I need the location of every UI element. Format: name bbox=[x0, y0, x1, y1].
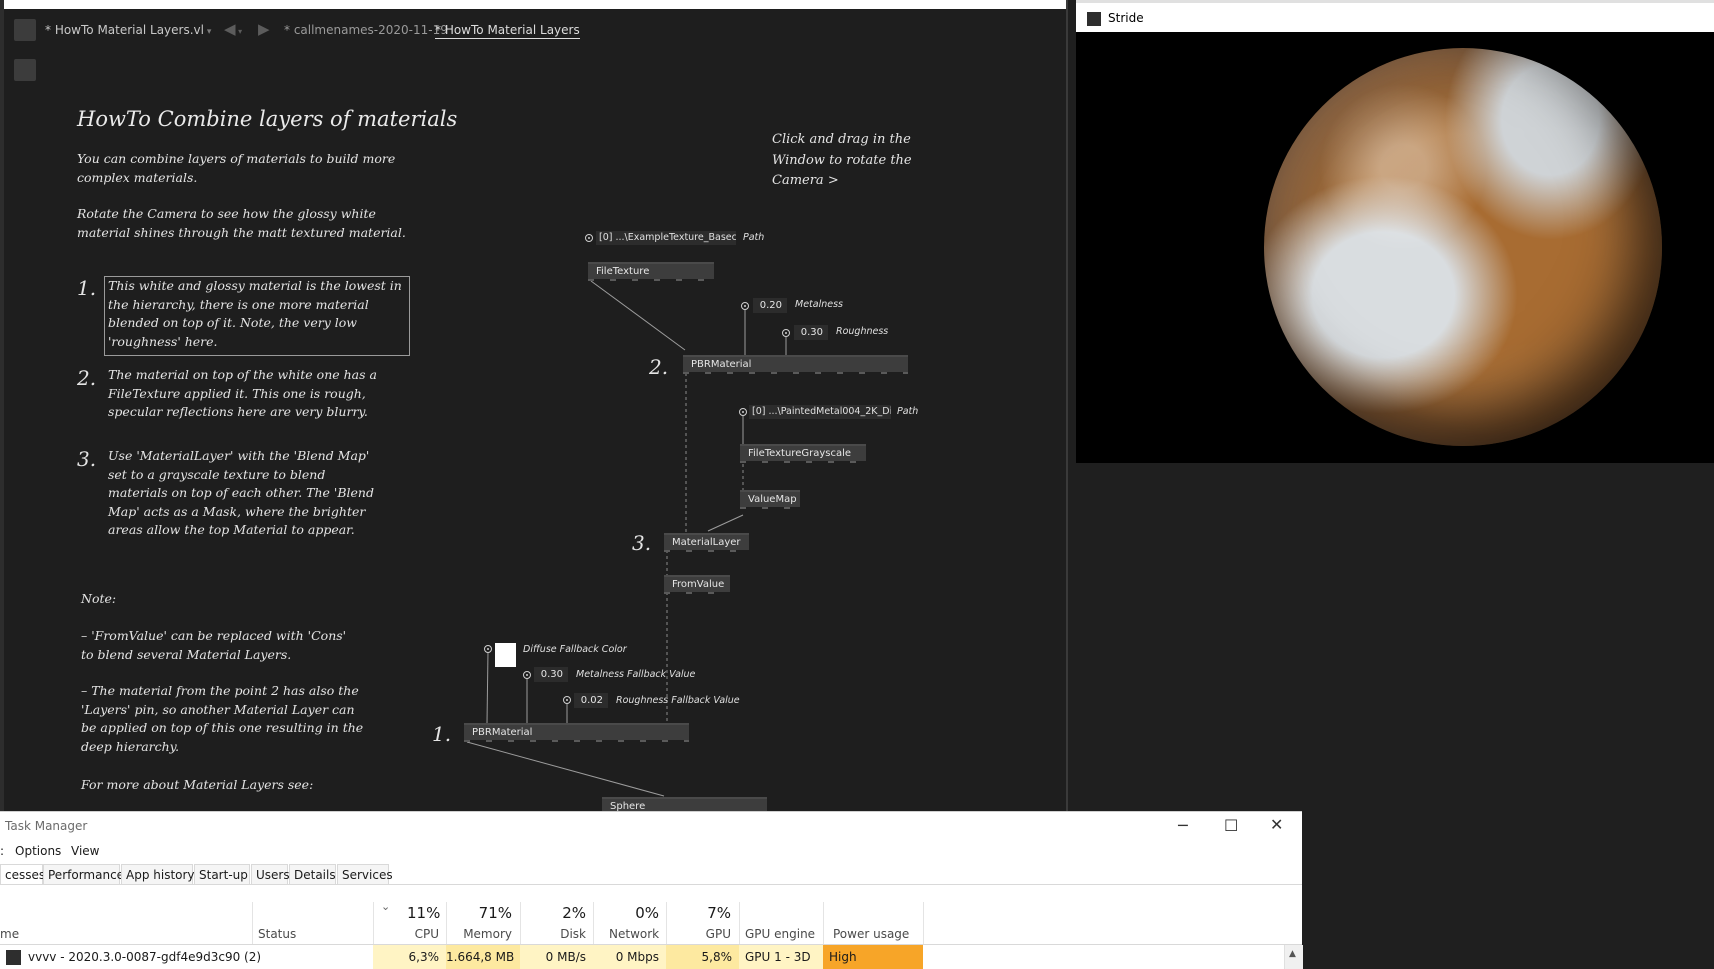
rough-fb-label: Roughness Fallback Value bbox=[616, 695, 740, 706]
fromvalue-node[interactable]: FromValue bbox=[664, 575, 730, 594]
desktop-background bbox=[1302, 463, 1714, 968]
col-power-usage[interactable]: Power usage bbox=[833, 927, 909, 941]
metal-fb-iobox[interactable]: 0.30 bbox=[534, 667, 568, 682]
tab-processes[interactable]: cesses bbox=[0, 864, 45, 884]
path1-iobox[interactable]: [0] ...\ExampleTexture_Basecolo bbox=[596, 231, 736, 245]
table-row[interactable]: vvvv - 2020.3.0-0087-gdf4e9d3c90 (2) 6,3… bbox=[0, 945, 1302, 969]
link-filetexture-pbr2 bbox=[590, 280, 686, 351]
col-sep bbox=[373, 902, 374, 944]
filetexturegrayscale-node[interactable]: FileTextureGrayscale bbox=[740, 444, 866, 463]
diffuse-label: Diffuse Fallback Color bbox=[523, 644, 627, 655]
tab-divider bbox=[0, 884, 1302, 885]
link-valuemap-materiallayer bbox=[707, 514, 744, 532]
maximize-icon[interactable]: ☐ bbox=[1224, 816, 1238, 835]
pbrmaterial-1-node[interactable]: PBRMaterial bbox=[464, 723, 689, 742]
taskmanager-title: Task Manager bbox=[5, 819, 88, 833]
col-cpu[interactable]: CPU bbox=[407, 927, 439, 941]
stride-window-title: Stride bbox=[1108, 11, 1144, 25]
metalness-iobox[interactable]: 0.20 bbox=[753, 298, 787, 313]
link-pbr1-sphere bbox=[466, 741, 665, 797]
process-disk: 0 MB/s bbox=[520, 945, 593, 969]
col-disk[interactable]: Disk bbox=[560, 927, 586, 941]
filetexture-node[interactable]: FileTexture bbox=[588, 262, 714, 281]
path2-iobox[interactable]: [0] ...\PaintedMetal004_2K_Disp bbox=[749, 405, 891, 419]
tab-app-history[interactable]: App history bbox=[121, 864, 195, 884]
col-network[interactable]: Network bbox=[609, 927, 659, 941]
patch-num-2: 2. bbox=[649, 355, 669, 379]
col-sep bbox=[923, 902, 924, 944]
path1-label: Path bbox=[743, 232, 765, 243]
col-sep bbox=[823, 902, 824, 944]
menu-edge: : bbox=[0, 844, 5, 858]
process-network: 0 Mbps bbox=[593, 945, 666, 969]
sort-chevron-icon[interactable]: ⌄ bbox=[381, 900, 390, 913]
scrollbar[interactable]: ▲ bbox=[1284, 945, 1303, 969]
col-sep bbox=[252, 902, 253, 944]
tab-startup[interactable]: Start-up bbox=[194, 864, 250, 884]
pin-metalness[interactable] bbox=[741, 302, 749, 310]
patch-num-1: 1. bbox=[432, 722, 452, 746]
process-gpu: 5,8% bbox=[666, 945, 739, 969]
vvvv-app-icon bbox=[6, 950, 21, 965]
rough-fb-iobox[interactable]: 0.02 bbox=[574, 693, 608, 708]
gpu-total: 7% bbox=[707, 904, 731, 922]
col-sep bbox=[739, 902, 740, 944]
task-manager-window[interactable]: Task Manager ─ ☐ ✕ : Options View cesses… bbox=[0, 811, 1303, 969]
col-sep bbox=[593, 902, 594, 944]
pin-roughness[interactable] bbox=[782, 329, 790, 337]
pin-path2[interactable] bbox=[739, 408, 747, 416]
col-gpu-engine[interactable]: GPU engine bbox=[745, 927, 815, 941]
tab-details[interactable]: Details bbox=[289, 864, 336, 884]
process-power-usage: High bbox=[823, 945, 923, 969]
pin-rough-fb[interactable] bbox=[563, 696, 571, 704]
col-memory[interactable]: Memory bbox=[462, 927, 512, 941]
col-status[interactable]: Status bbox=[258, 927, 296, 941]
valuemap-node[interactable]: ValueMap bbox=[740, 490, 800, 509]
col-sep bbox=[446, 902, 447, 944]
tab-services[interactable]: Services bbox=[337, 864, 393, 884]
network-total: 0% bbox=[635, 904, 659, 922]
pin-metal-fb[interactable] bbox=[523, 671, 531, 679]
minimize-icon[interactable]: ─ bbox=[1178, 816, 1188, 835]
metalness-label: Metalness bbox=[795, 299, 843, 310]
process-cpu: 6,3% bbox=[373, 945, 446, 969]
pin-diffuse[interactable] bbox=[484, 645, 492, 653]
diffuse-color-swatch[interactable] bbox=[495, 643, 516, 667]
materiallayer-node[interactable]: MaterialLayer bbox=[664, 533, 749, 552]
menu-options[interactable]: Options bbox=[15, 844, 61, 858]
rendered-sphere[interactable] bbox=[1264, 48, 1662, 446]
stride-app-icon bbox=[1087, 12, 1101, 26]
menu-view[interactable]: View bbox=[71, 844, 99, 858]
tab-performance[interactable]: Performance bbox=[43, 864, 124, 884]
disk-total: 2% bbox=[562, 904, 586, 922]
close-icon[interactable]: ✕ bbox=[1270, 815, 1283, 834]
roughness-iobox[interactable]: 0.30 bbox=[794, 325, 828, 340]
path2-label: Path bbox=[897, 406, 919, 417]
pbrmaterial-2-node[interactable]: PBRMaterial bbox=[683, 355, 908, 374]
tab-users[interactable]: Users bbox=[251, 864, 290, 884]
col-gpu[interactable]: GPU bbox=[700, 927, 731, 941]
scroll-up-icon[interactable]: ▲ bbox=[1289, 949, 1296, 959]
col-name[interactable]: me bbox=[0, 927, 19, 941]
roughness-label: Roughness bbox=[836, 326, 889, 337]
stride-titlebar[interactable]: Stride bbox=[1076, 0, 1714, 32]
col-sep bbox=[666, 902, 667, 944]
memory-total: 71% bbox=[478, 904, 512, 922]
process-memory: 1.664,8 MB bbox=[446, 945, 520, 969]
cpu-total: 11% bbox=[407, 904, 441, 922]
process-name: vvvv - 2020.3.0-0087-gdf4e9d3c90 (2) bbox=[28, 950, 262, 964]
col-sep bbox=[520, 902, 521, 944]
pin-path1[interactable] bbox=[585, 234, 593, 242]
metal-fb-label: Metalness Fallback Value bbox=[576, 669, 696, 680]
patch-num-3: 3. bbox=[632, 531, 652, 555]
stride-render-window[interactable]: Stride bbox=[1076, 0, 1714, 463]
link-diffuse bbox=[486, 650, 489, 724]
process-gpu-engine: GPU 1 - 3D bbox=[739, 945, 823, 969]
